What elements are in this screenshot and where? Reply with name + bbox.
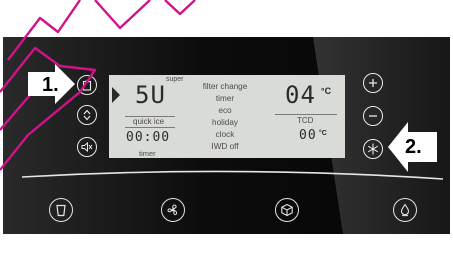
menu-item-filter-change: filter change (202, 82, 248, 91)
active-indicator-arrow (112, 87, 120, 103)
callout-1-label: 1. (42, 74, 59, 96)
quick-ice-label: quick ice (133, 117, 165, 126)
cube-icon[interactable] (275, 198, 299, 222)
callout-2-label: 2. (405, 136, 422, 158)
super-badge: super (166, 76, 184, 83)
menu-item-holiday: holiday (212, 118, 238, 128)
speaker-mute-icon[interactable] (77, 137, 97, 157)
plus-icon[interactable] (363, 73, 383, 93)
clipboard-icon[interactable] (77, 75, 97, 95)
freezer-temp-unit: °C (321, 86, 332, 96)
lcd-rule-right (275, 114, 337, 115)
quick-ice-value: 5U (135, 81, 166, 109)
tcd-temp-value: 00 (299, 128, 317, 143)
lcd-rule-bottom (125, 127, 175, 128)
freezer-temp-value: 04 (285, 81, 316, 109)
tcd-temp-unit: °C (319, 130, 327, 137)
lcd-left-block: super 5U quick ice 00:00 timer (109, 75, 185, 158)
water-glass-icon[interactable] (49, 198, 73, 222)
menu-item-clock: clock (215, 130, 235, 140)
menu-item-iwd-off: IWD off (211, 142, 239, 152)
timer-label: timer (139, 149, 156, 158)
menu-item-eco: eco (218, 106, 232, 116)
up-down-icon[interactable] (77, 105, 97, 125)
menu-item-timer: timer (215, 94, 235, 104)
tcd-label: TCD (297, 116, 314, 125)
menu-list: filter change timer eco holiday clock IW… (185, 81, 265, 154)
ice-drop-icon[interactable] (393, 198, 417, 222)
fan-icon[interactable] (161, 198, 185, 222)
lcd-right-block: 04 °C TCD 00 °C (265, 75, 345, 158)
timer-value: 00:00 (126, 130, 171, 145)
minus-icon[interactable] (363, 106, 383, 126)
screenshot-frame: super 5U quick ice 00:00 timer filter ch… (0, 0, 453, 259)
snowflake-icon[interactable] (363, 139, 383, 159)
